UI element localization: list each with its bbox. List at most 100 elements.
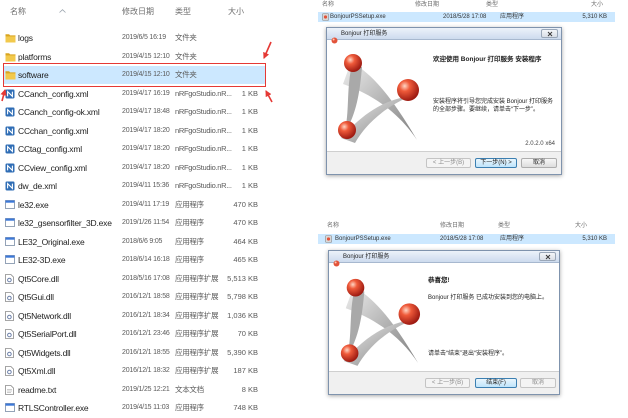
file-name: CCanch_config.xml [18,88,89,99]
file-row[interactable]: dw_de.xml 2019/4/11 15:36 nRFgoStudio.nR..… [4,177,266,195]
file-modified-date: 2019/1/26 11:54 [122,219,170,226]
nrfgo-xml-icon [5,144,16,154]
file-row[interactable]: CCtag_config.xml 2019/4/17 18:20 nRFgoStud… [4,140,266,158]
dll-file-icon [5,273,16,284]
column-header-date[interactable]: 修改日期 [122,7,154,17]
file-modified-date: 2019/4/17 16:19 [122,89,170,97]
column-header-type[interactable]: 类型 [498,222,510,230]
file-row[interactable]: CCanch_config.xml 2019/4/17 16:19 nRFgoStu… [4,85,266,103]
next-button[interactable]: 下一步(N) > [475,158,517,168]
file-type: 文件夹 [175,33,197,42]
file-row[interactable]: Qt5Widgets.dll 2016/12/1 18:55 应用程序扩展 5,390… [4,344,266,362]
file-modified-date: 2019/6/5 16:19 [122,34,166,41]
finish-button[interactable]: 结束(F) [475,378,517,388]
dll-file-icon [5,366,16,376]
file-type: nRFgoStudio.nR... [175,125,232,135]
column-header-size[interactable]: 大小 [575,222,587,230]
file-name: BonjourPSSetup.exe [335,236,391,242]
file-row[interactable]: logs 2019/6/5 16:19 文件夹 [4,29,266,47]
column-header-date[interactable]: 修改日期 [415,1,439,9]
file-row[interactable]: readme.txt 2019/1/25 12:21 文本文档 8 KB [4,381,266,399]
file-size: 464 KB [233,236,258,246]
file-modified-date: 2019/4/11 17:19 [122,200,170,208]
file-type: 应用程序扩展 [175,310,219,320]
file-row[interactable]: Qt5Network.dll 2016/12/1 18:34 应用程序扩展 1,036… [4,307,266,325]
file-row[interactable]: BonjourPSSetup.exe 2018/5/28 17:08 应用程序 … [318,234,615,244]
file-row[interactable]: CCview_config.xml 2019/4/17 18:20 nRFgoStu… [4,159,266,177]
column-header-type[interactable]: 类型 [175,7,191,17]
file-type: 应用程序 [175,236,204,246]
file-size: 5,310 KB [582,236,607,242]
back-button[interactable]: < 上一步(B) [425,378,470,388]
annotation-highlight-box [3,63,266,87]
column-header-name[interactable]: 名称 [327,222,339,230]
column-header-size[interactable]: 大小 [228,7,244,17]
file-row[interactable]: LE32_Original.exe 2018/6/6 9:05 应用程序 464 KB [4,233,266,251]
installer-exe-icon [325,235,332,243]
exe-file-icon [5,403,16,413]
file-size: 1 KB [241,125,258,135]
file-type: 应用程序扩展 [175,273,219,283]
file-row[interactable]: le32.exe 2019/4/11 17:19 应用程序 470 KB [4,196,266,214]
file-type: nRFgoStudio.nR... [175,162,232,172]
file-row[interactable]: RTLSController.exe 2019/4/15 11:03 应用程序 748… [4,399,266,417]
dialog-heading: 恭喜您! [428,277,450,284]
file-row[interactable]: CCchan_config.xml 2019/4/17 18:20 nRFgoStu… [4,122,266,140]
file-row[interactable]: Qt5SerialPort.dll 2016/12/1 23:46 应用程序扩展 70… [4,325,266,343]
file-type: nRFgoStudio.nR... [175,88,232,98]
cancel-button[interactable]: 取消 [521,158,557,168]
dialog-body: 安装程序将引导您完成安装 Bonjour 打印服务 的全部步骤。要继续，请单击“… [433,99,554,113]
close-button[interactable] [541,29,558,38]
file-name: CCanch_config-ok.xml [18,107,100,117]
file-type: 应用程序 [500,236,525,242]
exe-file-icon [5,236,16,247]
file-modified-date: 2019/4/17 18:48 [122,108,170,115]
exe-file-icon [5,255,16,265]
file-size: 470 KB [233,199,258,209]
column-header-type[interactable]: 类型 [486,1,498,9]
dll-file-icon [5,292,16,302]
column-header-name[interactable]: 名称 [10,7,26,17]
file-type: 应用程序 [175,403,204,412]
file-row[interactable]: LE32-3D.exe 2018/6/14 16:18 应用程序 465 KB [4,251,266,269]
file-row[interactable]: Qt5Xml.dll 2016/12/1 18:32 应用程序扩展 187 KB [4,362,266,380]
file-row[interactable]: le32_gsensorfilter_3D.exe 2019/1/26 11:54… [4,214,266,232]
sort-ascending-icon[interactable] [59,0,66,18]
back-button[interactable]: < 上一步(B) [426,158,471,168]
column-header-size[interactable]: 大小 [591,1,603,9]
file-size: 1 KB [241,107,258,116]
file-name: le32_gsensorfilter_3D.exe [18,218,112,228]
file-type: 应用程序扩展 [175,347,219,357]
file-name: readme.txt [18,384,57,395]
file-type: 应用程序 [175,199,204,209]
file-modified-date: 2018/5/16 17:08 [122,274,170,282]
column-header-name[interactable]: 名称 [322,1,334,9]
dialog-button-bar: < 上一步(B) 下一步(N) > 取消 [327,152,561,174]
nrfgo-xml-icon [5,181,16,191]
file-size: 5,310 KB [582,14,607,20]
close-button[interactable] [539,252,556,261]
file-type: nRFgoStudio.nR... [175,181,232,190]
file-type: 应用程序扩展 [175,329,219,338]
file-row[interactable]: CCanch_config-ok.xml 2019/4/17 18:48 nRFgo… [4,103,266,121]
exe-file-icon [5,218,16,228]
file-size: 1 KB [241,162,258,172]
file-name: Qt5Core.dll [18,273,59,284]
dialog-title-bar[interactable]: Bonjour 打印服务 [327,28,561,44]
file-row[interactable]: Qt5Gui.dll 2016/12/1 18:58 应用程序扩展 5,798 KB [4,288,266,306]
column-header-date[interactable]: 修改日期 [440,222,464,230]
dialog-title-bar[interactable]: Bonjour 打印服务 [329,251,559,267]
dll-file-icon [5,347,16,358]
file-modified-date: 2018/5/28 17:08 [443,14,487,20]
installer-dialog: Bonjour 打印服务 恭喜您! Bonjour 打印服务 已成功安装到您的电… [328,250,560,395]
file-row[interactable]: Qt5Core.dll 2018/5/16 17:08 应用程序扩展 5,513 KB [4,270,266,288]
file-size: 5,390 KB [227,347,258,357]
folder-icon [5,33,16,43]
file-size: 70 KB [237,329,258,338]
file-name: logs [18,33,33,43]
file-row[interactable]: BonjourPSSetup.exe 2018/5/28 17:08 应用程序 … [318,12,615,22]
dialog-title: Bonjour 打印服务 [341,31,388,37]
file-type: 应用程序扩展 [175,366,219,375]
cancel-button[interactable]: 取消 [520,378,556,388]
file-name: Qt5Gui.dll [18,292,54,302]
